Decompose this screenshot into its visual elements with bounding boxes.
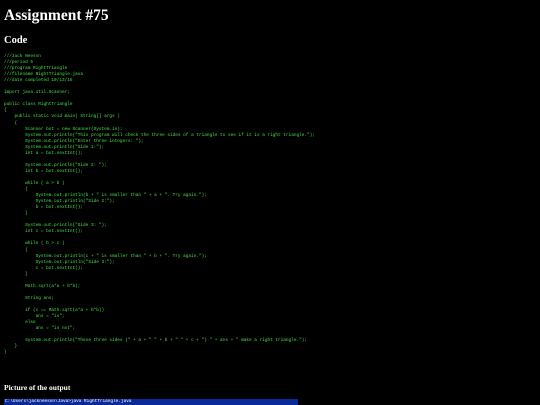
code-line: System.out.println("These three sides ("… [4, 338, 308, 344]
page-title: Assignment #75 [4, 7, 109, 24]
output-screenshot: C:\Users\jackneeson\Java>java RightTrian… [4, 399, 298, 405]
output-heading: Picture of the output [4, 383, 71, 392]
code-line: } [4, 350, 7, 356]
code-heading: Code [4, 35, 28, 46]
output-command-line: C:\Users\jackneeson\Java>java RightTrian… [5, 399, 132, 404]
code-block: ///Jack Neeson///period 5///program Righ… [4, 54, 315, 356]
code-line: System.out.println("This program will ch… [4, 132, 315, 138]
